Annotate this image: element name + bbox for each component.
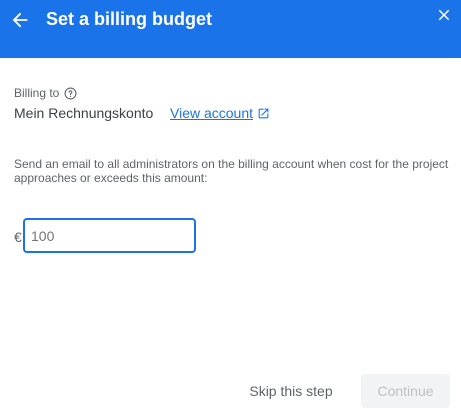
billing-to-label: Billing to (14, 86, 77, 100)
budget-description: Send an email to all administrators on t… (14, 157, 449, 185)
close-icon[interactable] (435, 6, 453, 24)
billing-to-text: Billing to (14, 86, 60, 100)
dialog-title: Set a billing budget (46, 9, 212, 29)
view-account-label[interactable]: View account (170, 105, 253, 121)
skip-step-button[interactable]: Skip this step (237, 374, 345, 408)
dialog-header: Set a billing budget (0, 0, 461, 58)
help-circle-icon[interactable] (64, 87, 77, 100)
arrow-back-icon[interactable] (9, 9, 31, 31)
open-in-new-icon[interactable] (257, 107, 270, 120)
budget-amount-input[interactable] (23, 218, 196, 253)
billing-account-name: Mein Rechnungskonto (14, 105, 154, 121)
currency-symbol: € (14, 229, 22, 245)
view-account-link[interactable]: View account (170, 105, 270, 121)
continue-button[interactable]: Continue (361, 374, 450, 408)
